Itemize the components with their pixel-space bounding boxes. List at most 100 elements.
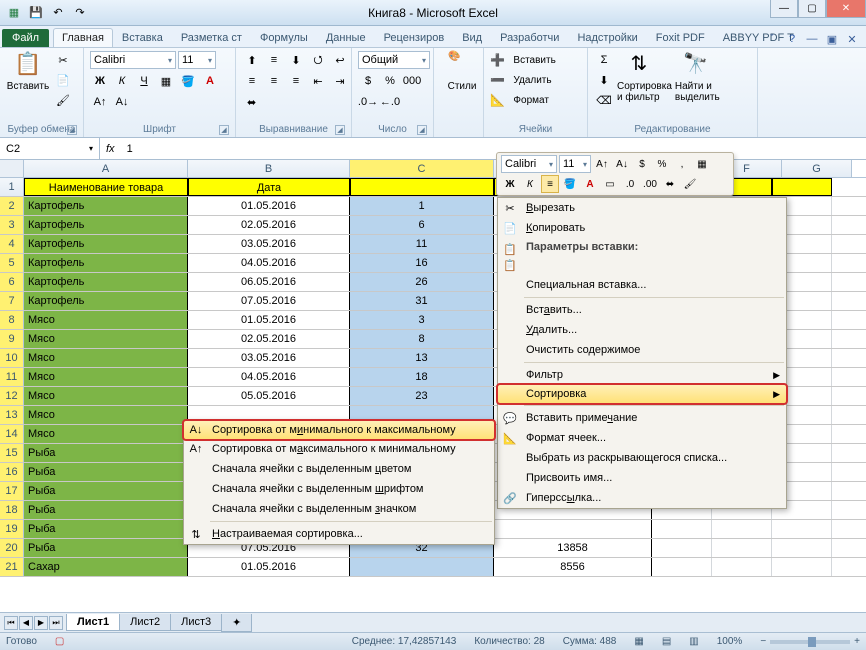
ctx-delete[interactable]: Удалить...: [498, 320, 786, 340]
tab-review[interactable]: Рецензиров: [375, 28, 454, 47]
sort-by-icon[interactable]: Сначала ячейки с выделенным значком: [184, 499, 494, 519]
dialog-launcher-icon[interactable]: ◢: [335, 125, 345, 135]
tab-home[interactable]: Главная: [53, 28, 113, 47]
row-header[interactable]: 15: [0, 444, 24, 462]
mini-align-center[interactable]: ≡: [541, 175, 559, 193]
bold-button[interactable]: Ж: [90, 72, 110, 90]
sort-by-font[interactable]: Сначала ячейки с выделенным шрифтом: [184, 479, 494, 499]
sheet-nav-first-icon[interactable]: ⏮: [4, 616, 18, 630]
indent-dec-button[interactable]: ⇤: [308, 72, 328, 90]
row-header[interactable]: 17: [0, 482, 24, 500]
col-header[interactable]: B: [188, 160, 350, 177]
ctx-paste-special[interactable]: Специальная вставка...: [498, 275, 786, 295]
fx-icon[interactable]: fx: [106, 143, 115, 155]
ctx-filter[interactable]: Фильтр▶: [498, 365, 786, 385]
mini-border[interactable]: ▭: [601, 175, 619, 193]
col-header[interactable]: A: [24, 160, 188, 177]
cell[interactable]: 8556: [494, 558, 652, 576]
cell[interactable]: 07.05.2016: [188, 292, 350, 310]
percent-button[interactable]: %: [380, 72, 400, 90]
cell[interactable]: 03.05.2016: [188, 235, 350, 253]
header-cell[interactable]: Наименование товара: [24, 178, 188, 196]
mini-fill-color[interactable]: 🪣: [561, 175, 579, 193]
cell[interactable]: 13858: [494, 539, 652, 557]
cell[interactable]: Мясо: [24, 349, 188, 367]
dialog-launcher-icon[interactable]: ◢: [219, 125, 229, 135]
cell[interactable]: 1: [350, 197, 494, 215]
sheet-nav-prev-icon[interactable]: ◀: [19, 616, 33, 630]
cell[interactable]: [712, 539, 772, 557]
mini-grow-font[interactable]: A↑: [593, 155, 611, 173]
minimize-button[interactable]: —: [770, 0, 798, 18]
doc-close-icon[interactable]: ✕: [844, 31, 860, 47]
tab-formulas[interactable]: Формулы: [251, 28, 317, 47]
cell[interactable]: 23: [350, 387, 494, 405]
cell[interactable]: Мясо: [24, 406, 188, 424]
sheet-nav-last-icon[interactable]: ⏭: [49, 616, 63, 630]
row-header[interactable]: 10: [0, 349, 24, 367]
cell[interactable]: [652, 520, 712, 538]
cell[interactable]: [772, 539, 832, 557]
find-select-button[interactable]: 🔭Найти и выделить: [675, 51, 720, 103]
cell[interactable]: Мясо: [24, 368, 188, 386]
comma-button[interactable]: 000: [402, 72, 422, 90]
sheet-tab[interactable]: Лист3: [170, 614, 222, 631]
cell[interactable]: Картофель: [24, 197, 188, 215]
cell[interactable]: [494, 520, 652, 538]
sheet-tab[interactable]: Лист1: [66, 614, 120, 631]
align-middle-button[interactable]: ≡: [264, 51, 284, 69]
wrap-text-button[interactable]: ↩: [330, 51, 350, 69]
indent-inc-button[interactable]: ⇥: [330, 72, 350, 90]
currency-button[interactable]: $: [358, 72, 378, 90]
ctx-define-name[interactable]: Присвоить имя...: [498, 468, 786, 488]
row-header[interactable]: 12: [0, 387, 24, 405]
row-header[interactable]: 3: [0, 216, 24, 234]
dialog-launcher-icon[interactable]: ◢: [67, 125, 77, 135]
sheet-nav-next-icon[interactable]: ▶: [34, 616, 48, 630]
cell[interactable]: 11: [350, 235, 494, 253]
mini-dec-dec[interactable]: .00: [641, 175, 659, 193]
cell[interactable]: 02.05.2016: [188, 330, 350, 348]
mini-size-combo[interactable]: 11▾: [559, 155, 591, 173]
row-header[interactable]: 9: [0, 330, 24, 348]
row-header[interactable]: 19: [0, 520, 24, 538]
row-header[interactable]: 5: [0, 254, 24, 272]
cell[interactable]: Рыба: [24, 444, 188, 462]
grow-font-button[interactable]: A↑: [90, 93, 110, 111]
minimize-ribbon-icon[interactable]: ˇ: [764, 31, 780, 47]
file-tab[interactable]: Файл: [2, 29, 49, 47]
zoom-out-button[interactable]: −: [760, 636, 766, 647]
undo-icon[interactable]: ↶: [48, 4, 68, 22]
align-top-button[interactable]: ⬆: [242, 51, 262, 69]
clear-button[interactable]: ⌫: [594, 91, 614, 109]
ctx-copy[interactable]: 📄Копировать: [498, 218, 786, 238]
row-header[interactable]: 18: [0, 501, 24, 519]
zoom-level[interactable]: 100%: [717, 636, 743, 647]
formula-value[interactable]: 1: [121, 143, 133, 155]
row-header[interactable]: 6: [0, 273, 24, 291]
cell[interactable]: 8: [350, 330, 494, 348]
row-header[interactable]: 11: [0, 368, 24, 386]
mini-currency[interactable]: $: [633, 155, 651, 173]
tab-developer[interactable]: Разработчи: [491, 28, 568, 47]
col-header[interactable]: G: [782, 160, 852, 177]
row-header[interactable]: 2: [0, 197, 24, 215]
cell[interactable]: Мясо: [24, 387, 188, 405]
format-cells-button[interactable]: 📐 Формат: [490, 91, 549, 109]
fill-button[interactable]: ⬇: [594, 71, 614, 89]
insert-cells-button[interactable]: ➕ Вставить: [490, 51, 556, 69]
underline-button[interactable]: Ч: [134, 72, 154, 90]
mini-percent[interactable]: %: [653, 155, 671, 173]
doc-minimize-icon[interactable]: —: [804, 31, 820, 47]
fill-color-button[interactable]: 🪣: [178, 72, 198, 90]
maximize-button[interactable]: ▢: [798, 0, 826, 18]
cell[interactable]: 05.05.2016: [188, 387, 350, 405]
cell[interactable]: Картофель: [24, 292, 188, 310]
cell[interactable]: 03.05.2016: [188, 349, 350, 367]
doc-restore-icon[interactable]: ▣: [824, 31, 840, 47]
cell[interactable]: Мясо: [24, 330, 188, 348]
row-header[interactable]: 1: [0, 178, 24, 196]
macro-record-icon[interactable]: ▢: [55, 636, 64, 647]
ctx-clear[interactable]: Очистить содержимое: [498, 340, 786, 360]
row-header[interactable]: 20: [0, 539, 24, 557]
